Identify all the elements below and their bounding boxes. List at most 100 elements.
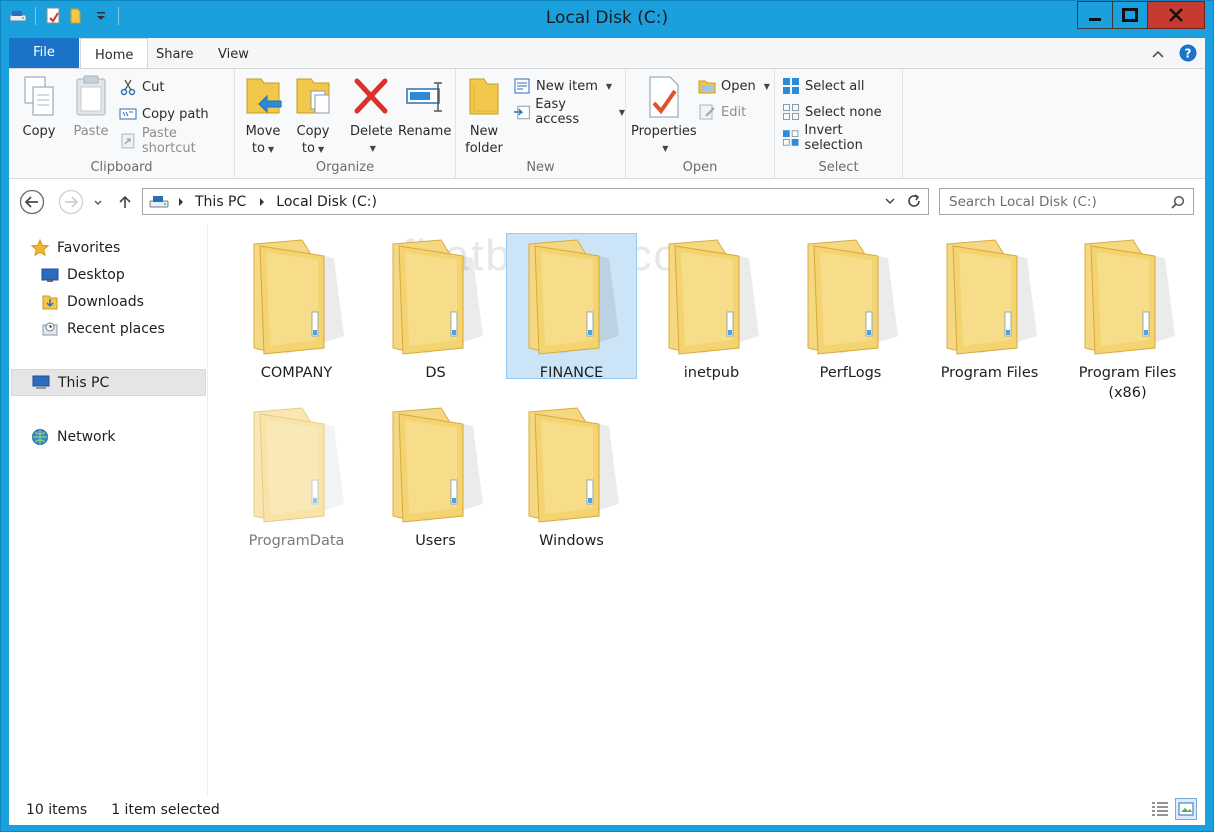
up-button[interactable]	[113, 188, 137, 216]
rename-icon	[405, 82, 442, 112]
maximize-button[interactable]	[1112, 1, 1148, 29]
select-group-label: Select	[818, 160, 859, 175]
properties-caret: ▼	[662, 144, 669, 153]
new-item-button[interactable]: New item ▼	[513, 75, 612, 97]
folder-item[interactable]: Program Files (x86)	[1062, 233, 1193, 401]
copy-to-label: Copy	[296, 124, 330, 139]
forward-button[interactable]	[57, 188, 85, 216]
breadcrumb-this-pc[interactable]: This PC	[177, 194, 246, 210]
copy-to-button[interactable]: Copy to ▼	[293, 75, 333, 158]
folder-icon	[242, 234, 352, 362]
properties-label: Properties	[631, 124, 697, 139]
nav-network-label: Network	[57, 428, 116, 445]
copy-icon	[24, 76, 54, 116]
chevron-down-icon	[94, 200, 102, 205]
open-button[interactable]: Open ▼	[698, 75, 770, 97]
explorer-window: Local Disk (C:) File Home Share View ? C…	[0, 0, 1214, 832]
select-none-button[interactable]: Select none	[782, 101, 882, 123]
forward-arrow-icon	[58, 189, 84, 215]
address-dropdown-icon[interactable]	[884, 195, 896, 211]
folder-icon	[657, 234, 767, 362]
delete-label: Delete	[350, 124, 393, 139]
large-icons-view-button[interactable]	[1175, 798, 1197, 820]
nav-desktop[interactable]: Desktop	[41, 261, 206, 288]
address-bar[interactable]: This PC Local Disk (C:)	[142, 188, 929, 215]
folder-name: Windows	[539, 533, 604, 549]
delete-icon	[354, 78, 388, 114]
folder-icon	[935, 234, 1045, 362]
minimize-ribbon-icon[interactable]	[1151, 48, 1165, 63]
help-icon[interactable]: ?	[1179, 44, 1197, 66]
search-input[interactable]	[940, 189, 1171, 214]
nav-favorites[interactable]: Favorites	[31, 234, 201, 261]
copy-path-button[interactable]: Copy path	[119, 103, 209, 125]
folder-item[interactable]: Windows	[506, 401, 637, 549]
edit-button[interactable]: Edit	[698, 101, 746, 123]
folder-item[interactable]: inetpub	[646, 233, 777, 381]
breadcrumb-separator-icon	[260, 197, 265, 206]
edit-icon	[699, 104, 715, 120]
cut-button[interactable]: Cut	[119, 76, 164, 98]
nav-this-pc[interactable]: This PC	[11, 369, 206, 396]
organize-group-label: Organize	[315, 160, 375, 175]
nav-network[interactable]: Network	[31, 423, 201, 450]
recent-locations-button[interactable]	[88, 188, 108, 216]
tab-home[interactable]: Home	[80, 38, 149, 69]
folder-item[interactable]: FINANCE	[506, 233, 637, 381]
large-icons-view-icon	[1178, 802, 1194, 816]
nav-recent-places[interactable]: Recent places	[41, 315, 206, 342]
copy-button[interactable]: Copy	[19, 75, 59, 140]
rename-label: Rename	[398, 124, 452, 139]
invert-selection-button[interactable]: Invert selection	[782, 123, 902, 153]
properties-button[interactable]: Properties ▼	[631, 75, 697, 157]
folder-name: Program Files	[940, 365, 1039, 381]
folder-item[interactable]: ProgramData	[231, 401, 362, 549]
new-item-label: New item	[536, 78, 598, 94]
invert-selection-icon	[782, 130, 799, 146]
navigation-bar: This PC Local Disk (C:)	[9, 179, 1205, 225]
folder-item[interactable]: Users	[370, 401, 501, 549]
folder-item[interactable]: PerfLogs	[785, 233, 916, 381]
nav-downloads[interactable]: Downloads	[41, 288, 206, 315]
new-folder-button[interactable]: New folder	[464, 75, 504, 157]
paste-shortcut-button[interactable]: Paste shortcut	[119, 126, 234, 156]
easy-access-button[interactable]: Easy access ▼	[513, 97, 625, 127]
item-count: 10 items	[26, 802, 88, 818]
new-folder-label: New	[469, 124, 499, 139]
recent-places-icon	[42, 322, 58, 335]
rename-button[interactable]: Rename	[398, 75, 451, 140]
copy-path-icon	[119, 108, 137, 120]
back-button[interactable]	[18, 188, 46, 216]
new-group-label: New	[526, 160, 555, 175]
breadcrumb-local-disk[interactable]: Local Disk (C:)	[258, 194, 377, 210]
folder-icon	[517, 234, 627, 362]
close-button[interactable]	[1147, 1, 1205, 29]
desktop-icon	[41, 268, 59, 282]
folder-name: FINANCE	[539, 365, 604, 381]
refresh-icon[interactable]	[906, 193, 922, 213]
move-to-icon	[246, 78, 282, 114]
properties-icon	[649, 76, 679, 118]
search-box	[939, 188, 1194, 215]
folder-icon	[517, 402, 627, 530]
title-bar: Local Disk (C:)	[1, 1, 1213, 38]
copy-to-icon	[296, 78, 330, 114]
up-arrow-icon	[119, 195, 131, 208]
select-all-button[interactable]: Select all	[782, 75, 864, 97]
tab-view[interactable]: View	[204, 38, 263, 68]
folder-item[interactable]: Program Files	[924, 233, 1055, 381]
move-to-button[interactable]: Move to ▼	[243, 75, 283, 158]
window-title: Local Disk (C:)	[545, 8, 669, 28]
folder-item[interactable]: DS	[370, 233, 501, 381]
paste-label: Paste	[73, 124, 109, 139]
search-icon[interactable]	[1171, 195, 1185, 209]
tab-file[interactable]: File	[9, 38, 79, 68]
folder-item[interactable]: COMPANY	[231, 233, 362, 381]
folder-name: DS	[425, 365, 446, 381]
folder-name: inetpub	[683, 365, 740, 381]
delete-button[interactable]: Delete ▼	[350, 75, 393, 157]
minimize-button[interactable]	[1077, 1, 1113, 29]
paste-button[interactable]: Paste	[71, 75, 111, 140]
details-view-button[interactable]	[1149, 798, 1171, 820]
tab-share[interactable]: Share	[142, 38, 208, 68]
